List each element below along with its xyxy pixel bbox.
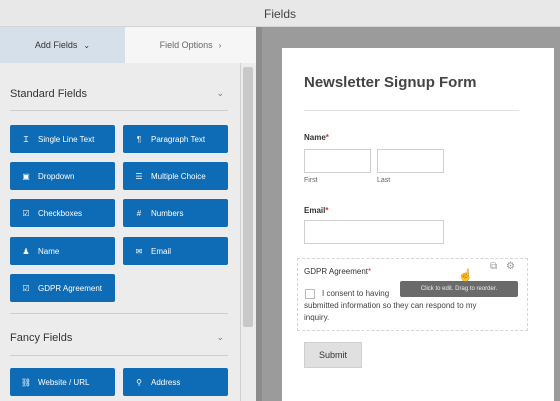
standard-fields-title: Standard Fields <box>10 88 88 100</box>
consent-text-line-2: submitted information so they can respon… <box>304 301 477 310</box>
dropdown-icon: ▣ <box>22 171 30 181</box>
checkbox-icon: ☑ <box>22 208 30 218</box>
gear-icon[interactable]: ⚙ <box>506 261 515 272</box>
text-cursor-icon: Ɪ <box>23 134 29 144</box>
email-input[interactable] <box>304 220 444 244</box>
chevron-right-icon: › <box>218 40 222 50</box>
last-sublabel: Last <box>377 177 391 184</box>
consent-text-line-3: inquiry. <box>304 313 330 322</box>
field-button-label: Address <box>151 377 181 387</box>
field-button-label: Multiple Choice <box>151 171 206 181</box>
consent-checkbox[interactable] <box>305 289 315 299</box>
edit-tooltip: Click to edit. Drag to reorder. <box>400 281 518 297</box>
add-website-url-button[interactable]: ⛓ Website / URL <box>10 368 115 396</box>
first-name-input[interactable] <box>304 149 371 173</box>
required-marker: * <box>325 133 329 142</box>
consent-text-line-1: I consent to having <box>322 289 390 298</box>
top-bar: Fields <box>0 0 560 27</box>
tab-add-fields-label: Add Fields <box>34 40 78 50</box>
standard-fields-header[interactable]: Standard Fields ⌄ <box>10 88 228 100</box>
list-icon: ☰ <box>135 171 143 181</box>
field-button-label: Checkboxes <box>38 208 83 218</box>
fancy-fields-title: Fancy Fields <box>10 332 73 344</box>
field-button-label: Name <box>38 246 60 256</box>
name-label-text: Name <box>304 133 326 142</box>
title-divider <box>304 110 519 111</box>
name-field-label[interactable]: Name* <box>304 133 329 142</box>
gdpr-label-text: GDPR Agreement <box>304 267 369 276</box>
tab-add-fields[interactable]: Add Fields ⌄ <box>0 27 125 63</box>
form-title: Newsletter Signup Form <box>304 74 477 91</box>
tab-field-options-label: Field Options <box>159 40 213 50</box>
pointer-cursor-icon: ☝ <box>458 268 473 282</box>
required-marker: * <box>368 267 372 276</box>
fancy-fields-header[interactable]: Fancy Fields ⌄ <box>10 332 228 344</box>
first-sublabel: First <box>304 177 318 184</box>
add-dropdown-button[interactable]: ▣ Dropdown <box>10 162 115 190</box>
collapse-icon[interactable]: ⌄ <box>216 332 224 343</box>
required-marker: * <box>325 206 329 215</box>
section-divider <box>10 313 228 314</box>
field-button-label: GDPR Agreement <box>38 283 103 293</box>
field-button-label: Single Line Text <box>38 134 95 144</box>
link-icon: ⛓ <box>20 377 32 387</box>
email-label-text: Email <box>304 206 326 215</box>
field-button-label: Dropdown <box>38 171 75 181</box>
add-paragraph-text-button[interactable]: ¶ Paragraph Text <box>123 125 228 153</box>
section-divider <box>10 355 228 356</box>
hash-icon: # <box>136 208 142 218</box>
gdpr-field-label: GDPR Agreement* <box>304 267 371 276</box>
tab-field-options[interactable]: Field Options › <box>125 27 256 63</box>
chevron-down-icon: ⌄ <box>83 40 91 50</box>
add-checkboxes-button[interactable]: ☑ Checkboxes <box>10 199 115 227</box>
add-single-line-text-button[interactable]: Ɪ Single Line Text <box>10 125 115 153</box>
user-icon: ♟ <box>22 246 30 256</box>
panel-tabs: Add Fields ⌄ Field Options › <box>0 27 256 63</box>
add-name-button[interactable]: ♟ Name <box>10 237 115 265</box>
checkbox-icon: ☑ <box>22 283 30 293</box>
fields-list <box>0 63 240 401</box>
scrollbar-thumb[interactable] <box>243 67 253 327</box>
add-multiple-choice-button[interactable]: ☰ Multiple Choice <box>123 162 228 190</box>
add-numbers-button[interactable]: # Numbers <box>123 199 228 227</box>
field-button-label: Paragraph Text <box>151 134 206 144</box>
paragraph-icon: ¶ <box>136 134 142 144</box>
add-address-button[interactable]: ⚲ Address <box>123 368 228 396</box>
map-pin-icon: ⚲ <box>136 377 142 387</box>
submit-button[interactable]: Submit <box>304 342 362 368</box>
window-title: Fields <box>263 7 296 21</box>
email-field-label[interactable]: Email* <box>304 206 328 215</box>
field-button-label: Email <box>151 246 172 256</box>
duplicate-icon[interactable]: ⧉ <box>490 261 497 272</box>
section-divider <box>10 110 228 111</box>
field-button-label: Website / URL <box>38 377 90 387</box>
envelope-icon: ✉ <box>135 246 143 256</box>
add-gdpr-agreement-button[interactable]: ☑ GDPR Agreement <box>10 274 115 302</box>
last-name-input[interactable] <box>377 149 444 173</box>
field-button-label: Numbers <box>151 208 184 218</box>
collapse-icon[interactable]: ⌄ <box>216 88 224 99</box>
add-email-button[interactable]: ✉ Email <box>123 237 228 265</box>
